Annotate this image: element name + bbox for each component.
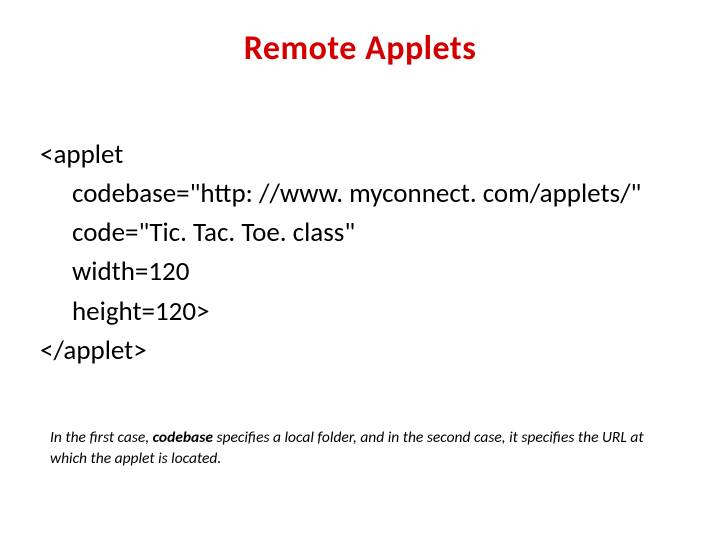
- code-block: <applet codebase="http: //www. myconnect…: [40, 135, 700, 370]
- code-line-height: height=120>: [40, 292, 700, 331]
- code-line-width: width=120: [40, 252, 700, 291]
- code-line-open: <applet: [40, 135, 700, 174]
- footnote-part1: In the first case,: [50, 428, 153, 447]
- slide: Remote Applets <applet codebase="http: /…: [0, 0, 720, 540]
- code-line-codebase: codebase="http: //www. myconnect. com/ap…: [40, 174, 700, 213]
- code-line-close: </applet>: [40, 331, 700, 370]
- footnote-bold: codebase: [153, 428, 213, 447]
- slide-title: Remote Applets: [0, 28, 720, 69]
- footnote: In the first case, codebase specifies a …: [50, 428, 670, 470]
- code-line-code: code="Tic. Tac. Toe. class": [40, 213, 700, 252]
